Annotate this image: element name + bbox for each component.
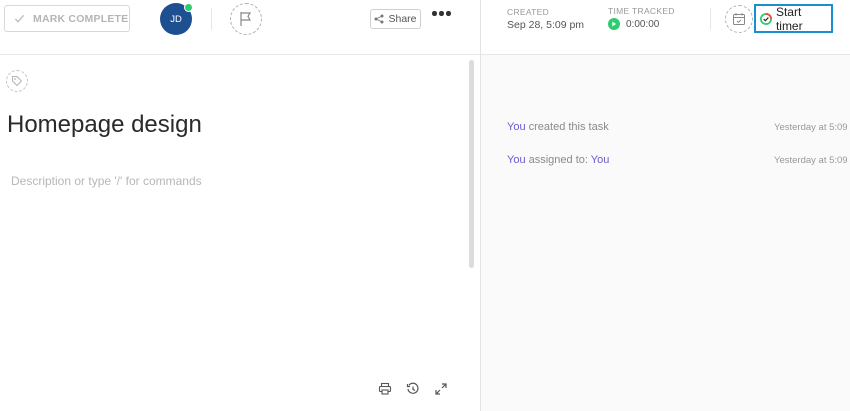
created-value: Sep 28, 5:09 pm [507, 19, 585, 31]
activity-item: You assigned to: You [507, 154, 609, 166]
mark-complete-button[interactable]: MARK COMPLETE [4, 5, 130, 32]
start-timer-button[interactable]: Start timer [754, 4, 833, 33]
check-icon [14, 14, 25, 23]
avatar-initials: JD [170, 13, 182, 25]
created-label: CREATED [507, 7, 550, 17]
share-label: Share [388, 13, 417, 25]
tag-icon [12, 76, 23, 87]
share-button[interactable]: Share [370, 9, 421, 29]
add-tag-button[interactable] [6, 70, 28, 92]
activity-target-link[interactable]: You [591, 154, 610, 166]
start-timer-label: Start timer [775, 4, 803, 33]
time-tracked-label: TIME TRACKED [608, 6, 675, 16]
description-input[interactable]: Description or type '/' for commands [11, 174, 202, 188]
editor-scrollbar[interactable] [469, 60, 474, 268]
due-date-button[interactable] [725, 5, 753, 33]
mark-complete-label: MARK COMPLETE [33, 12, 129, 25]
more-options-icon[interactable] [432, 11, 451, 16]
activity-panel [481, 55, 850, 411]
priority-flag-button[interactable] [230, 3, 262, 35]
activity-actor-link[interactable]: You [507, 154, 526, 166]
time-tracked[interactable]: 0:00:00 [608, 18, 659, 30]
flag-icon [240, 12, 252, 26]
task-title[interactable]: Homepage design [7, 111, 202, 139]
history-icon[interactable] [406, 382, 420, 396]
activity-text: created this task [525, 121, 609, 133]
expand-icon[interactable] [434, 382, 448, 396]
header-meta-divider [710, 8, 711, 30]
share-icon [374, 14, 384, 24]
calendar-icon [733, 13, 745, 25]
timer-check-icon [759, 12, 772, 25]
play-icon[interactable] [608, 18, 620, 30]
activity-text: assigned to: [525, 154, 591, 166]
right-header-divider [481, 54, 850, 55]
activity-time: Yesterday at 5:09 [774, 155, 848, 166]
header-divider [0, 54, 480, 55]
activity-time: Yesterday at 5:09 [774, 122, 848, 133]
toolbar-divider [211, 8, 212, 30]
print-icon[interactable] [378, 382, 392, 396]
activity-actor-link[interactable]: You [507, 121, 526, 133]
activity-item: You created this task [507, 121, 609, 133]
time-tracked-value: 0:00:00 [626, 18, 660, 30]
online-status-dot [184, 3, 193, 12]
editor-footer-icons [378, 382, 448, 396]
